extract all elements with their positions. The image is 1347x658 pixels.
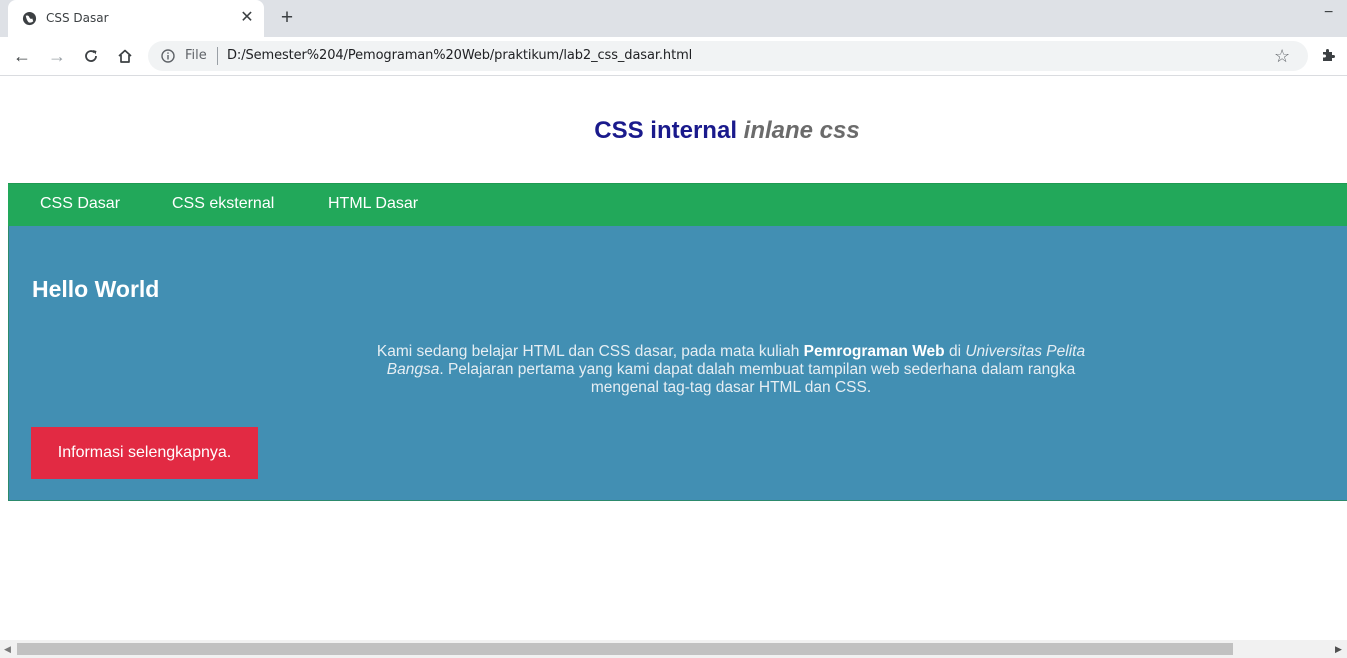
home-icon <box>118 49 132 63</box>
star-icon[interactable]: ☆ <box>1274 46 1290 66</box>
page-title-main: CSS internal <box>594 117 737 144</box>
puzzle-icon[interactable] <box>1320 47 1336 63</box>
hero-section: Hello World Kami sedang belajar HTML dan… <box>8 226 1347 501</box>
reload-button[interactable] <box>81 46 101 66</box>
new-tab-button[interactable]: + <box>277 7 297 29</box>
nav-link-html-dasar[interactable]: HTML Dasar <box>328 195 418 213</box>
browser-tab[interactable]: CSS Dasar ✕ <box>8 0 264 37</box>
horizontal-scrollbar[interactable]: ◀ ▶ <box>0 640 1347 658</box>
hero-para-part2: di <box>944 343 966 360</box>
page-title: CSS internal inlane css <box>0 117 1347 145</box>
page-title-italic: inlane css <box>743 117 860 144</box>
globe-icon <box>22 11 37 26</box>
scroll-right-arrow-icon[interactable]: ▶ <box>1335 644 1342 655</box>
back-button[interactable]: ← <box>12 46 32 66</box>
nav-link-css-eksternal[interactable]: CSS eksternal <box>172 195 274 213</box>
address-bar[interactable]: File D:/Semester%204/Pemograman%20Web/pr… <box>148 41 1308 71</box>
more-info-button[interactable]: Informasi selengkapnya. <box>31 427 258 479</box>
tab-title: CSS Dasar <box>46 11 109 25</box>
close-icon[interactable]: ✕ <box>239 8 255 28</box>
hero-para-part1: Kami sedang belajar HTML dan CSS dasar, … <box>376 343 804 360</box>
forward-button[interactable]: → <box>47 46 67 66</box>
hero-heading: Hello World <box>32 276 160 302</box>
url-separator <box>217 47 218 65</box>
browser-toolbar: ← → File D:/Semester%204/Pemograman%20We… <box>0 37 1347 76</box>
hero-paragraph: Kami sedang belajar HTML dan CSS dasar, … <box>359 343 1103 397</box>
url-text[interactable]: D:/Semester%204/Pemograman%20Web/praktik… <box>227 48 692 63</box>
hero-para-bold: Pemrograman Web <box>803 343 945 360</box>
minimize-button[interactable]: − <box>1324 4 1338 21</box>
page-content: CSS internal inlane css CSS Dasar CSS ek… <box>0 77 1347 640</box>
site-navbar: CSS Dasar CSS eksternal HTML Dasar <box>8 183 1347 226</box>
nav-link-css-dasar[interactable]: CSS Dasar <box>40 195 120 213</box>
hero-para-part3: . Pelajaran pertama yang kami dapat dala… <box>439 361 1076 396</box>
reload-icon <box>85 50 97 62</box>
browser-tabstrip: CSS Dasar ✕ + − <box>0 0 1347 37</box>
url-scheme: File <box>185 48 207 63</box>
home-button[interactable] <box>115 46 135 66</box>
scroll-left-arrow-icon[interactable]: ◀ <box>4 644 11 655</box>
scrollbar-thumb[interactable] <box>17 643 1233 655</box>
info-icon[interactable] <box>161 49 175 63</box>
